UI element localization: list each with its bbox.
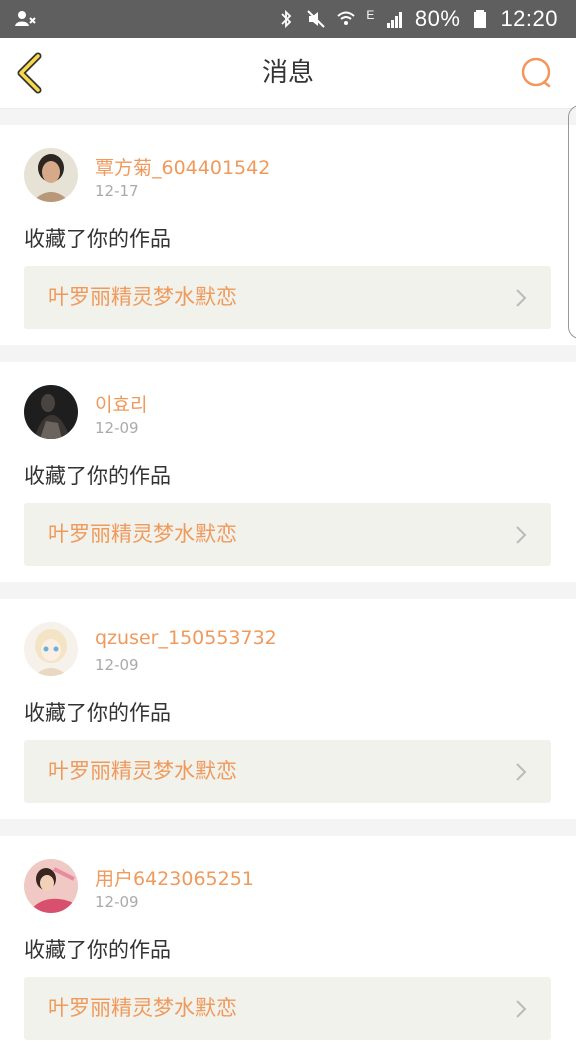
avatar[interactable] [24, 385, 78, 439]
username[interactable]: qzuser_150553732 [95, 627, 277, 649]
message-action: 收藏了你的作品 [24, 701, 171, 725]
message-card: 用户6423065251 12-09 收藏了你的作品 叶罗丽精灵梦水默恋 [0, 836, 576, 1056]
mute-icon [307, 10, 326, 28]
battery-percent: 80% [414, 6, 461, 31]
work-link[interactable]: 叶罗丽精灵梦水默恋 [24, 740, 551, 803]
app-header: 消息 [0, 38, 576, 109]
work-title: 叶罗丽精灵梦水默恋 [48, 996, 237, 1020]
work-link[interactable]: 叶罗丽精灵梦水默恋 [24, 503, 551, 566]
username[interactable]: 覃方菊_604401542 [95, 153, 270, 180]
avatar[interactable] [24, 148, 78, 202]
message-action: 收藏了你的作品 [24, 464, 171, 488]
search-button[interactable] [520, 56, 554, 90]
message-card: qzuser_150553732 12-09 收藏了你的作品 叶罗丽精灵梦水默恋 [0, 599, 576, 819]
message-date: 12-17 [95, 182, 139, 200]
work-link[interactable]: 叶罗丽精灵梦水默恋 [24, 266, 551, 329]
work-link[interactable]: 叶罗丽精灵梦水默恋 [24, 977, 551, 1040]
status-bar: E 80% 12:20 [0, 0, 576, 38]
message-list: 覃方菊_604401542 12-17 收藏了你的作品 叶罗丽精灵梦水默恋 이효… [0, 108, 576, 1056]
message-card: 이효리 12-09 收藏了你的作品 叶罗丽精灵梦水默恋 [0, 362, 576, 582]
chevron-right-icon [516, 1000, 527, 1018]
work-title: 叶罗丽精灵梦水默恋 [48, 759, 237, 783]
message-date: 12-09 [95, 419, 139, 437]
message-date: 12-09 [95, 656, 139, 674]
message-action: 收藏了你的作品 [24, 227, 171, 251]
avatar[interactable] [24, 859, 78, 913]
avatar[interactable] [24, 622, 78, 676]
work-title: 叶罗丽精灵梦水默恋 [48, 285, 237, 309]
battery-icon [474, 10, 487, 28]
work-title: 叶罗丽精灵梦水默恋 [48, 522, 237, 546]
edge-panel-handle[interactable] [568, 105, 576, 339]
chevron-right-icon [516, 289, 527, 307]
bluetooth-icon [281, 9, 292, 29]
page-title: 消息 [261, 58, 314, 88]
chevron-right-icon [516, 526, 527, 544]
message-action: 收藏了你的作品 [24, 938, 171, 962]
chevron-right-icon [516, 763, 527, 781]
username[interactable]: 이효리 [95, 390, 147, 417]
username[interactable]: 用户6423065251 [95, 864, 254, 891]
network-type: E [366, 8, 375, 22]
wifi-icon [337, 11, 356, 25]
clock: 12:20 [500, 6, 558, 31]
message-date: 12-09 [95, 893, 139, 911]
message-card: 覃方菊_604401542 12-17 收藏了你的作品 叶罗丽精灵梦水默恋 [0, 125, 576, 345]
notification-icon [15, 11, 36, 26]
signal-icon [386, 12, 402, 28]
